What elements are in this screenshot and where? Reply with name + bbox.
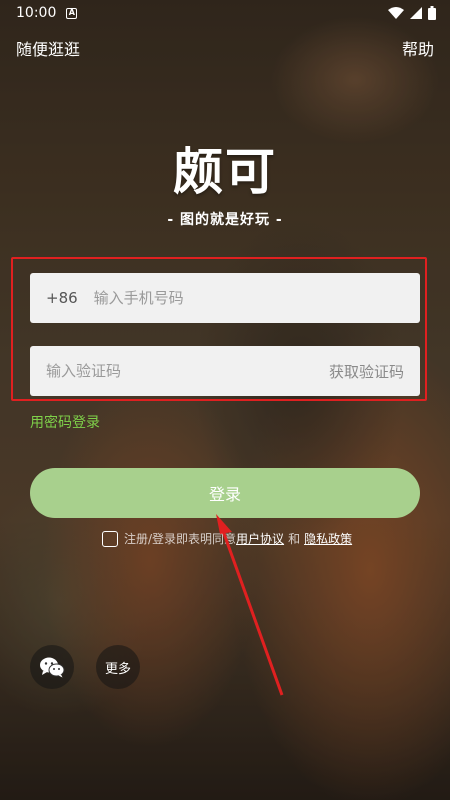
get-code-button[interactable]: 获取验证码 bbox=[329, 361, 404, 382]
browse-button[interactable]: 随便逛逛 bbox=[16, 36, 80, 60]
country-code[interactable]: +86 bbox=[46, 289, 78, 307]
top-bar: 随便逛逛 帮助 bbox=[0, 34, 450, 62]
more-login-button[interactable]: 更多 bbox=[96, 645, 140, 689]
wifi-icon bbox=[388, 7, 404, 19]
notification-icon: A bbox=[66, 7, 78, 19]
wechat-icon bbox=[40, 657, 65, 678]
wechat-login-button[interactable] bbox=[30, 645, 74, 689]
app-logo: 颇可 bbox=[173, 142, 277, 201]
help-button[interactable]: 帮助 bbox=[402, 36, 434, 60]
agreement-and-text: 和 bbox=[288, 532, 301, 546]
login-button[interactable]: 登录 bbox=[30, 468, 420, 518]
agreement-text: 注册/登录即表明同意 bbox=[124, 532, 237, 546]
user-agreement-link[interactable]: 用户协议 bbox=[236, 530, 284, 547]
password-login-link[interactable]: 用密码登录 bbox=[30, 412, 100, 432]
agreement-row: 注册/登录即表明同意 用户协议 和 隐私政策 bbox=[102, 530, 352, 547]
status-bar: 10:00 A bbox=[0, 0, 450, 26]
privacy-policy-link[interactable]: 隐私政策 bbox=[304, 530, 352, 547]
status-time: 10:00 bbox=[16, 5, 57, 21]
verification-code-field[interactable]: 获取验证码 bbox=[30, 346, 420, 396]
battery-icon bbox=[428, 6, 436, 20]
agreement-checkbox[interactable] bbox=[102, 530, 118, 547]
signal-icon bbox=[410, 7, 422, 19]
phone-input[interactable] bbox=[93, 273, 404, 323]
code-input[interactable] bbox=[46, 346, 329, 396]
slogan: - 图的就是好玩 - bbox=[167, 212, 283, 228]
phone-field[interactable]: +86 bbox=[30, 273, 420, 323]
